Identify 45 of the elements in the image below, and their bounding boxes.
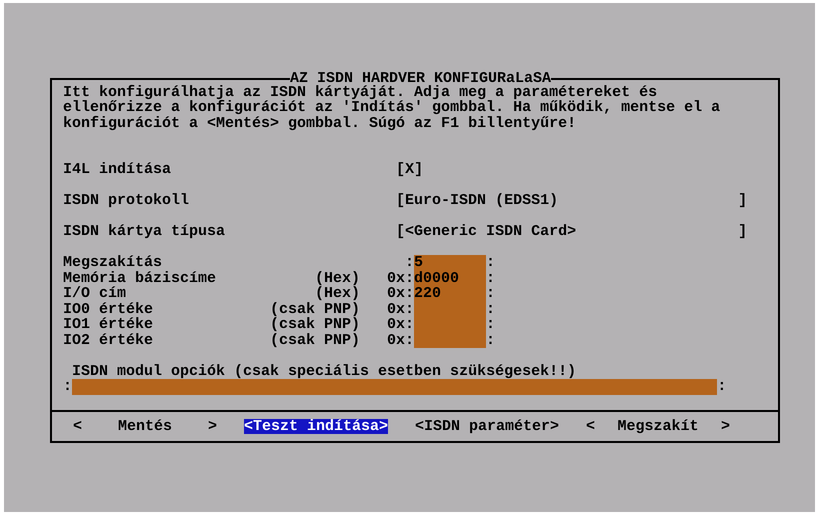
field-prefix: : [404, 255, 414, 270]
input-field[interactable] [72, 379, 718, 394]
field-label: IO1 értéke [63, 317, 154, 332]
field-label: I/O cím [63, 286, 128, 302]
field-prefix: 0x: [386, 302, 414, 317]
select-bracket: ] [738, 193, 748, 208]
option-label: I4L indítása [63, 162, 172, 178]
input-field[interactable] [414, 332, 486, 348]
input-field[interactable]: 5 [414, 255, 486, 270]
dialog-button[interactable]: < Mentés > [73, 418, 218, 434]
option-label: ISDN kártya típusa [63, 224, 226, 240]
field-unit: (Hex) [314, 270, 360, 286]
intro-text: Itt konfigurálhatja az ISDN kártyáját. Adja meg a paramétereket és ellenőrizze a konfigurációt az 'Indítás' gombbal. Ha működik, mentse el a konfigurációt a <Mentés> gombbal. Súgó az F1 billentyűre! [63, 84, 722, 131]
option-select[interactable]: [Euro-ISDN (EDSS1) [396, 193, 738, 208]
field-unit: (Hex) [314, 286, 360, 302]
field-suffix: : [486, 332, 496, 348]
option-checkbox[interactable]: [X] [396, 162, 424, 178]
field-suffix: : [486, 317, 496, 332]
field-prefix: 0x: [386, 317, 414, 332]
option-label: ISDN protokoll [63, 193, 190, 208]
field-prefix: 0x: [386, 270, 414, 286]
field-suffix: : [486, 302, 496, 317]
select-bracket: ] [738, 224, 748, 240]
module-options-label: ISDN modul opciók (csak speciális esetben szükségesek!!) [72, 364, 578, 379]
dialog-button[interactable]: <Teszt indítása> [244, 418, 388, 434]
input-field[interactable]: d0000 [414, 270, 486, 286]
field-suffix: : [486, 255, 496, 270]
field-prefix: : [63, 379, 72, 394]
field-unit: (csak PNP) [269, 332, 360, 348]
field-suffix: : [486, 270, 496, 286]
field-label: Memória báziscíme [63, 270, 218, 286]
dialog-button[interactable]: < Megszakít > [586, 418, 730, 434]
field-suffix: : [486, 286, 496, 302]
dialog-button[interactable]: <ISDN paraméter> [415, 418, 560, 434]
field-label: Megszakítás [63, 255, 164, 270]
option-select[interactable]: [<Generic ISDN Card> [396, 224, 738, 240]
input-field[interactable]: 220 [414, 286, 486, 302]
field-unit: (csak PNP) [269, 317, 360, 332]
field-prefix: 0x: [386, 332, 414, 348]
field-prefix: 0x: [386, 286, 414, 302]
field-label: IO0 értéke [63, 302, 154, 317]
field-label: IO2 értéke [63, 332, 154, 348]
field-suffix: : [717, 379, 726, 394]
dialog-title: AZ ISDN HARDVER KONFIGURaLaSA [290, 71, 552, 86]
field-unit: (csak PNP) [269, 302, 360, 317]
